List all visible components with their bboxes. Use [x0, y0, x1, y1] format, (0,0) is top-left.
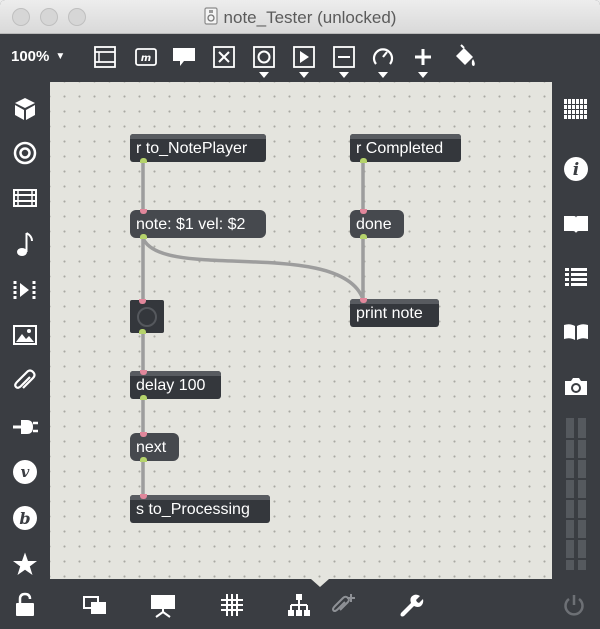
list-icon[interactable] [561, 263, 591, 291]
presentation-screen-icon[interactable] [148, 591, 178, 619]
presentation-icon[interactable] [92, 44, 118, 70]
book-open-icon[interactable] [561, 210, 591, 238]
bottom-toolbar [0, 579, 600, 629]
cord[interactable] [141, 237, 365, 300]
outlet[interactable] [139, 329, 146, 334]
plus-options-arrow[interactable] [418, 72, 428, 78]
meter-icon [564, 418, 588, 570]
outlet[interactable] [140, 234, 147, 239]
speech-bubble-icon[interactable] [171, 44, 197, 70]
object-text: print note [356, 305, 423, 322]
inlet[interactable] [360, 209, 367, 214]
outlet[interactable] [140, 395, 147, 400]
zoom-dropdown[interactable]: 100% ▼ [11, 48, 65, 65]
outlet[interactable] [360, 234, 367, 239]
window-title-area: note_Tester (unlocked) [0, 7, 600, 28]
send-object-to-processing[interactable]: s to_Processing [130, 494, 270, 523]
inlet[interactable] [140, 494, 147, 499]
svg-text:v: v [21, 463, 30, 481]
target-icon[interactable] [11, 139, 39, 167]
reference-book-icon[interactable] [561, 318, 591, 346]
dial-options-arrow[interactable] [378, 72, 388, 78]
inlet[interactable] [140, 432, 147, 437]
plug-icon[interactable] [11, 413, 39, 441]
windows-icon[interactable] [80, 591, 110, 619]
beap-icon[interactable]: b [11, 504, 39, 532]
right-sidebar: i [552, 82, 600, 582]
paperclip-add-icon[interactable] [328, 591, 358, 619]
print-note-object[interactable]: print note [350, 298, 439, 327]
paint-bucket-icon[interactable] [452, 44, 478, 70]
object-text: r Completed [356, 140, 444, 157]
svg-text:m: m [141, 53, 151, 64]
object-text: note: $1 vel: $2 [136, 216, 246, 233]
svg-text:i: i [573, 160, 579, 180]
left-sidebar: v b [0, 82, 50, 582]
object-text: r to_NotePlayer [136, 140, 248, 157]
wrench-icon[interactable] [396, 591, 426, 619]
bang-button[interactable] [130, 299, 164, 334]
document-icon [203, 7, 218, 25]
svg-text:b: b [19, 509, 30, 528]
object-text: done [356, 216, 392, 233]
receive-object-to-noteplayer[interactable]: r to_NotePlayer [130, 134, 266, 163]
inlet[interactable] [139, 299, 146, 304]
outlet[interactable] [140, 158, 147, 163]
canvas-notch [311, 579, 329, 587]
next-message-box[interactable]: next [130, 432, 179, 462]
film-icon[interactable] [11, 184, 39, 212]
top-toolbar: 100% ▼ m [0, 34, 600, 82]
comment-m-icon[interactable]: m [133, 44, 159, 70]
star-icon[interactable] [11, 550, 39, 578]
patch-cords [141, 162, 365, 496]
bang-ring [137, 307, 157, 327]
outlet[interactable] [360, 158, 367, 163]
cube-icon[interactable] [11, 95, 39, 123]
patcher-canvas[interactable]: r to_NotePlayer r Completed note: $1 vel… [50, 82, 552, 579]
note-icon[interactable] [11, 230, 39, 258]
receive-object-completed[interactable]: r Completed [350, 134, 461, 163]
delay-object[interactable]: delay 100 [130, 370, 221, 400]
object-text: s to_Processing [136, 501, 250, 518]
outlet[interactable] [140, 457, 147, 462]
image-icon[interactable] [11, 321, 39, 349]
slider-options-arrow[interactable] [339, 72, 349, 78]
done-message-box[interactable]: done [350, 209, 404, 239]
inlet[interactable] [140, 209, 147, 214]
plus-icon[interactable] [410, 44, 436, 70]
max-patcher-window: note_Tester (unlocked) 100% ▼ m v b r to… [0, 0, 600, 629]
button-icon[interactable] [251, 44, 277, 70]
play-icon[interactable] [291, 44, 317, 70]
grid-icon[interactable] [217, 591, 247, 619]
chevron-down-icon: ▼ [55, 51, 66, 62]
toggle-x-icon[interactable] [211, 44, 237, 70]
button-options-arrow[interactable] [259, 72, 269, 78]
lock-icon[interactable] [10, 591, 40, 619]
object-text: delay 100 [136, 377, 206, 394]
power-icon[interactable] [559, 591, 589, 619]
inlet[interactable] [140, 370, 147, 375]
window-title: note_Tester (unlocked) [223, 8, 397, 27]
hierarchy-icon[interactable] [284, 591, 314, 619]
info-icon[interactable]: i [561, 155, 591, 183]
sequencer-icon[interactable] [11, 276, 39, 304]
inlet[interactable] [360, 298, 367, 303]
camera-icon[interactable] [561, 372, 591, 400]
object-text: next [136, 439, 167, 456]
dial-icon[interactable] [370, 44, 396, 70]
note-message-box[interactable]: note: $1 vel: $2 [130, 209, 266, 239]
title-bar: note_Tester (unlocked) [0, 0, 600, 34]
paperclip-icon[interactable] [11, 367, 39, 395]
zoom-level: 100% [11, 48, 50, 65]
play-options-arrow[interactable] [299, 72, 309, 78]
slider-icon[interactable] [331, 44, 357, 70]
vizzie-icon[interactable]: v [11, 458, 39, 486]
grid-keyboard-icon[interactable] [561, 95, 591, 123]
